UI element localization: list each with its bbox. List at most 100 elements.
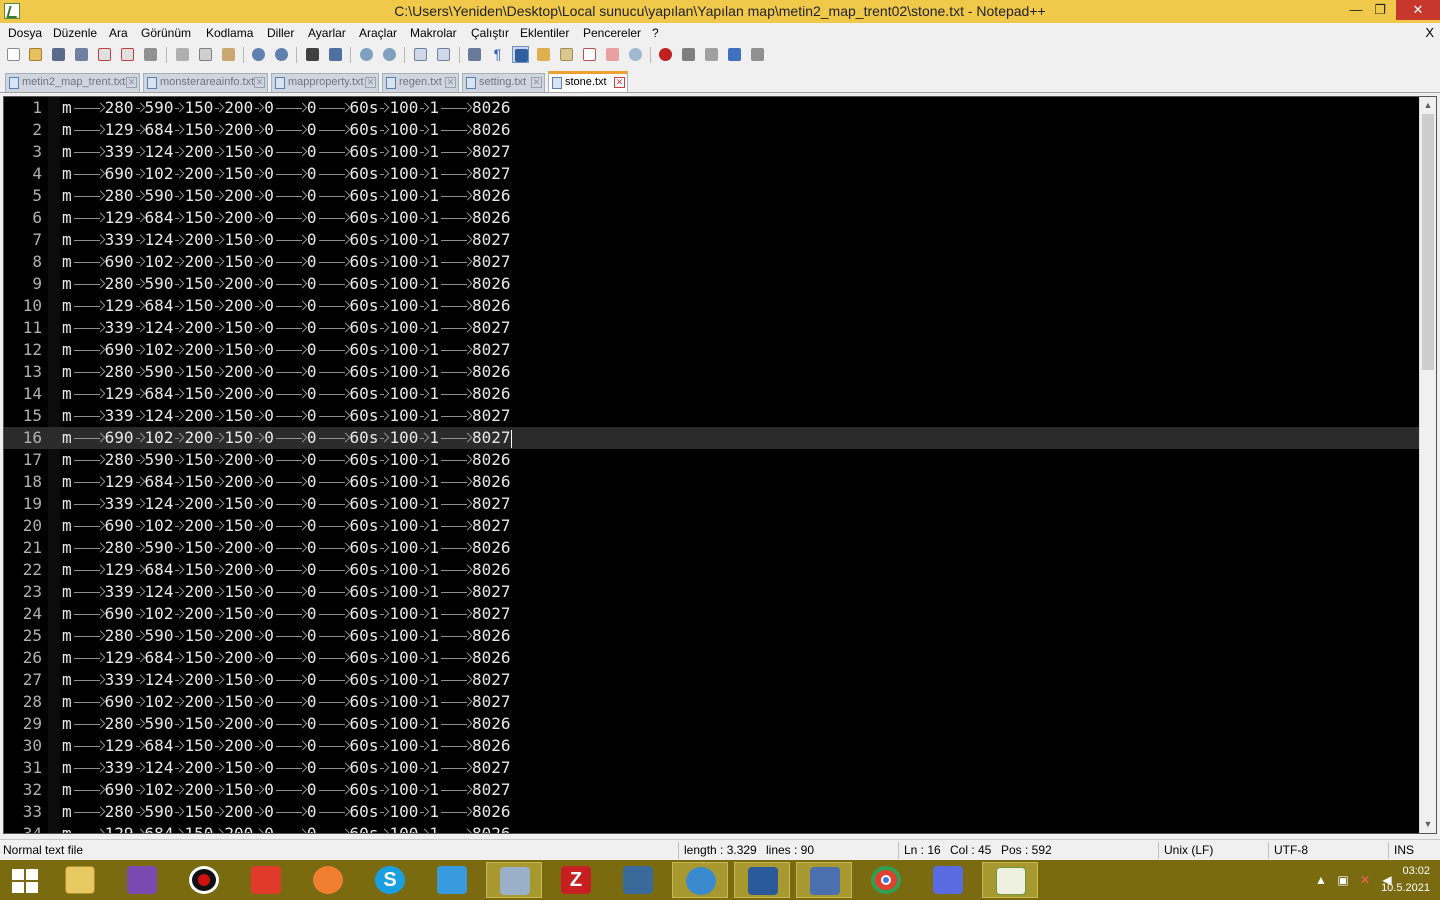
tab-metin2-map-trent[interactable]: metin2_map_trent.txt ✕ — [5, 73, 140, 92]
visual-studio-taskbar-icon[interactable] — [114, 862, 170, 898]
editor-line[interactable]: 14 m 129 684 150 200 0 0 60s 100 1 8026 — [4, 383, 1420, 405]
virtualbox-taskbar-icon[interactable] — [734, 862, 790, 898]
close-tab-icon[interactable]: ✕ — [531, 77, 542, 88]
editor-line[interactable]: 8 m 690 102 200 150 0 0 60s 100 1 8027 — [4, 251, 1420, 273]
editor-line[interactable]: 1 m 280 590 150 200 0 0 60s 100 1 8026 — [4, 97, 1420, 119]
editor-line[interactable]: 16 m 690 102 200 150 0 0 60s 100 1 8027 — [4, 427, 1420, 449]
line-content[interactable]: m 339 124 200 150 0 0 60s 100 1 8027 — [62, 493, 511, 515]
editor-line[interactable]: 29 m 280 590 150 200 0 0 60s 100 1 8026 — [4, 713, 1420, 735]
title-bar[interactable]: C:\Users\Yeniden\Desktop\Local sunucu\ya… — [0, 0, 1440, 23]
cut-icon[interactable] — [174, 46, 191, 63]
line-content[interactable]: m 280 590 150 200 0 0 60s 100 1 8026 — [62, 625, 511, 647]
editor-line[interactable]: 5 m 280 590 150 200 0 0 60s 100 1 8026 — [4, 185, 1420, 207]
redo-icon[interactable] — [273, 46, 290, 63]
folder-workspace-icon[interactable] — [604, 46, 621, 63]
new-file-icon[interactable] — [5, 46, 22, 63]
doc-map-icon[interactable] — [558, 46, 575, 63]
line-content[interactable]: m 690 102 200 150 0 0 60s 100 1 8027 — [62, 515, 511, 537]
line-content[interactable]: m 339 124 200 150 0 0 60s 100 1 8027 — [62, 229, 511, 251]
editor-line[interactable]: 25 m 280 590 150 200 0 0 60s 100 1 8026 — [4, 625, 1420, 647]
line-content[interactable]: m 129 684 150 200 0 0 60s 100 1 8026 — [62, 823, 511, 833]
tab-setting[interactable]: setting.txt ✕ — [462, 73, 545, 92]
line-content[interactable]: m 339 124 200 150 0 0 60s 100 1 8027 — [62, 317, 511, 339]
editor-line[interactable]: 30 m 129 684 150 200 0 0 60s 100 1 8026 — [4, 735, 1420, 757]
editor-line[interactable]: 15 m 339 124 200 150 0 0 60s 100 1 8027 — [4, 405, 1420, 427]
editor-line[interactable]: 21 m 280 590 150 200 0 0 60s 100 1 8026 — [4, 537, 1420, 559]
line-content[interactable]: m 280 590 150 200 0 0 60s 100 1 8026 — [62, 537, 511, 559]
clock-date[interactable]: 10.5.2021 — [1381, 882, 1430, 894]
avast-taskbar-icon[interactable] — [300, 862, 356, 898]
copy-icon[interactable] — [197, 46, 214, 63]
editor-line[interactable]: 19 m 339 124 200 150 0 0 60s 100 1 8027 — [4, 493, 1420, 515]
word-wrap-icon[interactable] — [466, 46, 483, 63]
open-file-icon[interactable] — [27, 46, 44, 63]
indent-guide-icon[interactable] — [512, 46, 529, 63]
line-content[interactable]: m 690 102 200 150 0 0 60s 100 1 8027 — [62, 427, 512, 449]
editor-line[interactable]: 9 m 280 590 150 200 0 0 60s 100 1 8026 — [4, 273, 1420, 295]
line-content[interactable]: m 339 124 200 150 0 0 60s 100 1 8027 — [62, 141, 511, 163]
line-content[interactable]: m 129 684 150 200 0 0 60s 100 1 8026 — [62, 735, 511, 757]
close-file-icon[interactable] — [96, 46, 113, 63]
editor-line[interactable]: 24 m 690 102 200 150 0 0 60s 100 1 8027 — [4, 603, 1420, 625]
line-content[interactable]: m 280 590 150 200 0 0 60s 100 1 8026 — [62, 449, 511, 471]
tab-stone[interactable]: stone.txt ✕ — [548, 71, 628, 92]
close-all-icon[interactable] — [119, 46, 136, 63]
close-tab-icon[interactable]: ✕ — [445, 77, 456, 88]
line-content[interactable]: m 129 684 150 200 0 0 60s 100 1 8026 — [62, 295, 511, 317]
stop-macro-icon[interactable] — [680, 46, 697, 63]
tab-monsterareainfo[interactable]: monsterareainfo.txt ✕ — [143, 73, 268, 92]
line-content[interactable]: m 129 684 150 200 0 0 60s 100 1 8026 — [62, 207, 511, 229]
editor-line[interactable]: 17 m 280 590 150 200 0 0 60s 100 1 8026 — [4, 449, 1420, 471]
save-all-icon[interactable] — [73, 46, 90, 63]
text-editor[interactable]: 1 m 280 590 150 200 0 0 60s 100 1 8026 2 m 129 684 150 20… — [3, 96, 1437, 834]
play-macro-icon[interactable] — [703, 46, 720, 63]
line-content[interactable]: m 129 684 150 200 0 0 60s 100 1 8026 — [62, 471, 511, 493]
show-all-characters-icon[interactable]: ¶ — [489, 46, 506, 63]
close-tab-icon[interactable]: ✕ — [365, 77, 376, 88]
editor-line[interactable]: 22 m 129 684 150 200 0 0 60s 100 1 8026 — [4, 559, 1420, 581]
save-macro-icon[interactable] — [749, 46, 766, 63]
scrollbar-thumb[interactable] — [1422, 114, 1434, 370]
restore-button[interactable]: ❐ — [1366, 0, 1394, 20]
network-tool-taskbar-icon[interactable] — [796, 862, 852, 898]
tab-mapproperty[interactable]: mapproperty.txt ✕ — [271, 73, 379, 92]
chrome-taskbar-icon[interactable] — [858, 862, 914, 898]
run-macro-multiple-icon[interactable] — [726, 46, 743, 63]
clock-time[interactable]: 03:02 — [1402, 865, 1430, 877]
line-content[interactable]: m 129 684 150 200 0 0 60s 100 1 8026 — [62, 647, 511, 669]
replace-icon[interactable] — [327, 46, 344, 63]
start-button[interactable] — [0, 862, 50, 898]
monitoring-icon[interactable] — [627, 46, 644, 63]
menu-duzenle[interactable]: Düzenle — [53, 26, 97, 40]
editor-line[interactable]: 33 m 280 590 150 200 0 0 60s 100 1 8026 — [4, 801, 1420, 823]
paste-icon[interactable] — [220, 46, 237, 63]
scroll-down-arrow-icon[interactable]: ▼ — [1420, 816, 1436, 833]
menu-eklentiler[interactable]: Eklentiler — [520, 26, 569, 40]
sync-vertical-icon[interactable] — [412, 46, 429, 63]
line-content[interactable]: m 280 590 150 200 0 0 60s 100 1 8026 — [62, 361, 511, 383]
line-content[interactable]: m 690 102 200 150 0 0 60s 100 1 8027 — [62, 339, 511, 361]
menu-araclar[interactable]: Araçlar — [359, 26, 397, 40]
function-list-icon[interactable] — [581, 46, 598, 63]
menu-help[interactable]: ? — [652, 26, 659, 40]
save-icon[interactable] — [50, 46, 67, 63]
editor-line[interactable]: 23 m 339 124 200 150 0 0 60s 100 1 8027 — [4, 581, 1420, 603]
vertical-scrollbar[interactable]: ▲ ▼ — [1419, 97, 1436, 833]
zoom-taskbar-icon[interactable] — [424, 862, 480, 898]
zoom-out-icon[interactable] — [381, 46, 398, 63]
editor-line[interactable]: 18 m 129 684 150 200 0 0 60s 100 1 8026 — [4, 471, 1420, 493]
editor-line[interactable]: 11 m 339 124 200 150 0 0 60s 100 1 8027 — [4, 317, 1420, 339]
close-tab-icon[interactable]: ✕ — [614, 77, 625, 88]
menu-diller[interactable]: Diller — [267, 26, 294, 40]
line-content[interactable]: m 280 590 150 200 0 0 60s 100 1 8026 — [62, 801, 511, 823]
editor-line[interactable]: 27 m 339 124 200 150 0 0 60s 100 1 8027 — [4, 669, 1420, 691]
menu-ara[interactable]: Ara — [109, 26, 128, 40]
zoom-in-icon[interactable] — [358, 46, 375, 63]
editor-line[interactable]: 12 m 690 102 200 150 0 0 60s 100 1 8027 — [4, 339, 1420, 361]
discord-taskbar-icon[interactable] — [920, 862, 976, 898]
editor-line[interactable]: 34 m 129 684 150 200 0 0 60s 100 1 8026 — [4, 823, 1420, 833]
menu-kodlama[interactable]: Kodlama — [206, 26, 253, 40]
close-tab-icon[interactable]: ✕ — [254, 77, 265, 88]
anydesk-taskbar-icon[interactable] — [238, 862, 294, 898]
encoding-status[interactable]: UTF-8 — [1274, 843, 1308, 857]
